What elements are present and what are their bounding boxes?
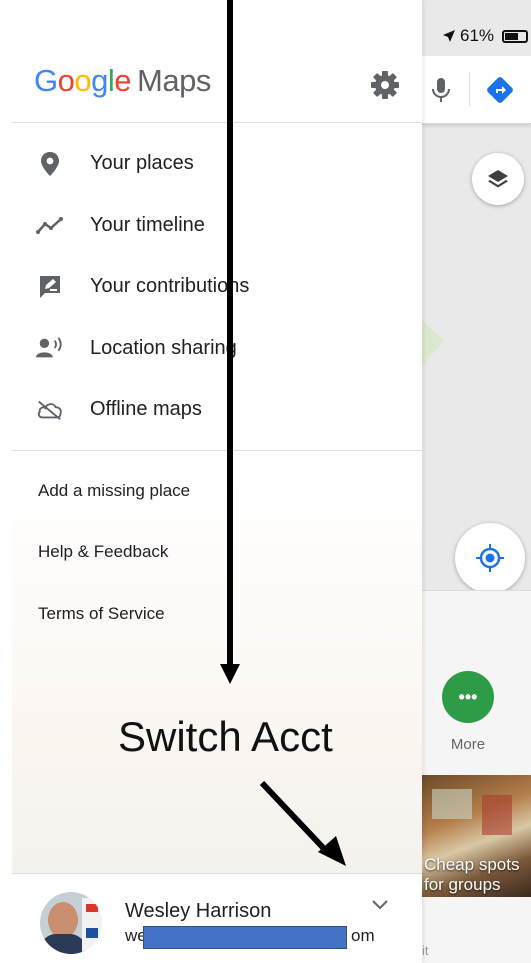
menu-item-offline-maps[interactable]: Offline maps xyxy=(12,379,422,441)
photo-caption-line: Cheap spots xyxy=(424,855,520,874)
more-label: More xyxy=(450,736,486,753)
chevron-down-icon[interactable] xyxy=(370,898,390,912)
menu-item-your-contributions[interactable]: Your contributions xyxy=(12,256,422,318)
layers-button[interactable] xyxy=(472,153,524,205)
battery-percent: 61% xyxy=(460,26,495,45)
explore-sheet: ••• More Cheap spots for groups it xyxy=(422,590,531,963)
map-background: 61% ••• More Cheap spots for groups it xyxy=(422,0,531,963)
menu-item-label: Location sharing xyxy=(90,336,237,359)
battery-icon xyxy=(502,29,529,43)
search-separator xyxy=(469,72,470,106)
account-email: we om xyxy=(125,926,375,949)
logo-letter: G xyxy=(34,63,58,98)
drawer-header: Google Maps xyxy=(12,0,422,123)
status-bar: 61% xyxy=(442,26,529,46)
truncated-text: it xyxy=(422,943,429,958)
avatar xyxy=(40,892,102,954)
location-sharing-icon xyxy=(36,334,64,362)
layers-icon xyxy=(488,170,508,188)
logo-maps-word: Maps xyxy=(137,63,211,98)
more-dots-icon: ••• xyxy=(458,686,478,707)
email-suffix: om xyxy=(351,926,375,945)
timeline-icon xyxy=(36,211,64,239)
menu-item-your-timeline[interactable]: Your timeline xyxy=(12,195,422,257)
avatar-shirt xyxy=(40,934,86,954)
google-maps-logo: Google Maps xyxy=(34,63,211,99)
secondary-menu: Add a missing place Help & Feedback Term… xyxy=(12,460,422,645)
logo-letter: o xyxy=(74,63,92,98)
place-pin-icon xyxy=(36,150,64,178)
account-name: Wesley Harrison xyxy=(125,900,272,922)
map-search-bar[interactable] xyxy=(422,56,531,124)
photo-caption-line: for groups xyxy=(424,875,501,894)
menu-item-label: Your timeline xyxy=(90,213,205,236)
main-menu: Your places Your timeline Your contribut… xyxy=(12,133,422,441)
microphone-icon[interactable] xyxy=(428,76,454,104)
menu-item-label: Your contributions xyxy=(90,275,250,298)
gear-icon[interactable] xyxy=(370,70,400,100)
crosshair-icon xyxy=(476,544,504,572)
logo-letter: e xyxy=(114,63,132,98)
logo-letter: o xyxy=(57,63,75,98)
menu-divider xyxy=(12,450,422,451)
menu-item-help-feedback[interactable]: Help & Feedback xyxy=(12,522,422,584)
map-park-area xyxy=(422,320,444,366)
location-arrow-icon xyxy=(443,30,455,42)
directions-icon[interactable] xyxy=(486,76,514,104)
logo-letter: g xyxy=(91,63,108,98)
navigation-drawer: Google Maps Your places Your timeline Yo… xyxy=(12,0,422,963)
menu-item-terms-of-service[interactable]: Terms of Service xyxy=(12,583,422,645)
explore-photo-card[interactable]: Cheap spots for groups xyxy=(422,775,531,897)
account-switcher[interactable]: Wesley Harrison we om xyxy=(12,873,422,963)
annotation-label: Switch Acct xyxy=(118,713,333,760)
avatar-badges xyxy=(82,898,102,954)
menu-item-location-sharing[interactable]: Location sharing xyxy=(12,318,422,380)
my-location-button[interactable] xyxy=(455,523,525,593)
menu-item-your-places[interactable]: Your places xyxy=(12,133,422,195)
email-redaction-box xyxy=(143,926,347,949)
avatar-face xyxy=(48,902,78,938)
more-button[interactable]: ••• xyxy=(442,671,494,723)
menu-item-add-missing-place[interactable]: Add a missing place xyxy=(12,460,422,522)
menu-item-label: Your places xyxy=(90,152,194,175)
menu-item-label: Offline maps xyxy=(90,398,202,421)
photo-caption: Cheap spots for groups xyxy=(424,855,519,895)
offline-cloud-icon xyxy=(36,396,64,424)
contributions-icon xyxy=(36,273,64,301)
